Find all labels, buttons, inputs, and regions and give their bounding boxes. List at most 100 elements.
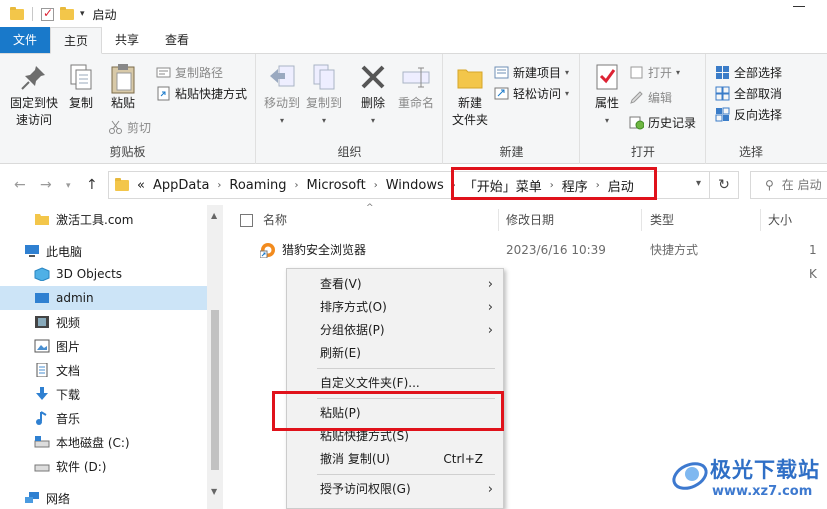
- nav-item-label: 图片: [56, 339, 81, 354]
- select-none-button[interactable]: 全部取消: [715, 83, 782, 103]
- tab-home[interactable]: 主页: [50, 27, 103, 54]
- tab-file[interactable]: 文件: [0, 27, 51, 53]
- delete-button[interactable]: 删除 ▾: [355, 62, 391, 129]
- cut-label: 剪切: [127, 120, 152, 135]
- select-none-label: 全部取消: [734, 86, 783, 101]
- nav-item-3d-objects[interactable]: 3D Objects: [0, 262, 207, 286]
- cut-button[interactable]: 剪切: [108, 117, 151, 137]
- chevron-right-icon[interactable]: ›: [374, 180, 378, 191]
- search-input[interactable]: ⚲ 在 启动: [750, 171, 827, 199]
- copy-icon: [66, 62, 96, 92]
- properties-icon[interactable]: [41, 6, 54, 21]
- nav-item-network[interactable]: 网络: [0, 486, 207, 509]
- breadcrumb-item[interactable]: Microsoft: [307, 178, 366, 193]
- easy-access-button[interactable]: 轻松访问 ▾: [494, 83, 569, 103]
- nav-item-downloads[interactable]: 下载: [0, 382, 207, 406]
- breadcrumb-item[interactable]: Windows: [386, 178, 444, 193]
- nav-item-activation-tools[interactable]: 激活工具.com: [0, 207, 207, 231]
- edit-label: 编辑: [648, 90, 673, 105]
- chevron-up-icon[interactable]: ▲: [211, 211, 217, 220]
- chevron-right-icon[interactable]: ›: [295, 180, 299, 191]
- divider: [498, 209, 499, 231]
- copy-path-button[interactable]: 复制路径: [156, 62, 223, 82]
- rename-button[interactable]: 重命名: [393, 62, 439, 112]
- paste-button[interactable]: 粘贴: [104, 62, 142, 112]
- breadcrumb-item[interactable]: AppData: [153, 178, 209, 193]
- nav-item-videos[interactable]: 视频: [0, 310, 207, 334]
- menu-item-give-access[interactable]: 授予访问权限(G) ›: [287, 478, 503, 501]
- watermark-url: www.xz7.com: [712, 484, 813, 499]
- minimize-button[interactable]: [793, 6, 805, 7]
- navigation-row: ← → ▾ ↑ « AppData › Roaming › Microsoft …: [0, 165, 827, 205]
- pictures-icon: [34, 339, 50, 353]
- chevron-right-icon: ›: [487, 277, 493, 292]
- select-all-button[interactable]: 全部选择: [715, 62, 782, 82]
- menu-item-refresh[interactable]: 刷新(E): [287, 342, 503, 365]
- breadcrumb-item[interactable]: Roaming: [229, 178, 286, 193]
- network-icon: [24, 491, 40, 505]
- edit-button[interactable]: 编辑: [629, 87, 672, 107]
- new-item-button[interactable]: 新建项目 ▾: [494, 62, 569, 82]
- nav-item-music[interactable]: 音乐: [0, 406, 207, 430]
- menu-item-view[interactable]: 查看(V) ›: [287, 273, 503, 296]
- forward-arrow-icon[interactable]: →: [40, 177, 52, 193]
- chevron-down-icon[interactable]: ▾: [696, 178, 701, 189]
- folder-icon: [10, 6, 24, 20]
- rename-icon: [401, 62, 431, 92]
- tab-view[interactable]: 查看: [152, 27, 202, 53]
- copy-path-icon: [156, 65, 171, 80]
- menu-item-group-by[interactable]: 分组依据(P) ›: [287, 319, 503, 342]
- new-folder-icon[interactable]: [60, 6, 74, 20]
- menu-item-sort-by[interactable]: 排序方式(O) ›: [287, 296, 503, 319]
- column-header-name[interactable]: 名称: [263, 205, 287, 235]
- paste-shortcut-button[interactable]: 粘贴快捷方式: [156, 83, 247, 103]
- nav-item-drive-c[interactable]: 本地磁盘 (C:): [0, 430, 207, 454]
- copy-to-icon: [309, 62, 339, 92]
- tab-share[interactable]: 共享: [102, 27, 152, 53]
- pin-to-quick-access-button[interactable]: 固定到快 速访问: [6, 62, 62, 129]
- easy-access-icon: [494, 86, 509, 101]
- nav-item-drive-d[interactable]: 软件 (D:): [0, 454, 207, 478]
- history-button[interactable]: 历史记录: [629, 112, 696, 132]
- up-arrow-icon[interactable]: ↑: [86, 177, 98, 193]
- select-none-icon: [715, 86, 730, 101]
- organize-group-label: 组织: [337, 145, 362, 159]
- chevron-right-icon[interactable]: ›: [217, 180, 221, 191]
- copy-button[interactable]: 复制: [62, 62, 100, 112]
- move-to-button[interactable]: 移动到 ▾: [261, 62, 303, 129]
- folder-icon: [115, 177, 129, 191]
- menu-item-label: 粘贴快捷方式(S): [320, 429, 409, 443]
- nav-item-pictures[interactable]: 图片: [0, 334, 207, 358]
- select-all-checkbox[interactable]: [240, 214, 253, 227]
- table-row[interactable]: 猎豹安全浏览器: [259, 238, 366, 262]
- new-group-label: 新建: [499, 145, 524, 159]
- recent-locations-icon[interactable]: ▾: [66, 181, 71, 191]
- breadcrumb-overflow[interactable]: «: [137, 178, 145, 193]
- menu-item-label: 撤消 复制(U): [320, 452, 390, 466]
- invert-selection-button[interactable]: 反向选择: [715, 104, 782, 124]
- chevron-down-icon[interactable]: ▾: [80, 9, 85, 19]
- nav-item-label: admin: [56, 291, 94, 305]
- refresh-button[interactable]: ↻: [709, 171, 739, 199]
- folder-icon: [34, 212, 50, 226]
- column-header-date[interactable]: 修改日期: [506, 205, 554, 235]
- open-button[interactable]: 打开 ▾: [629, 62, 680, 82]
- copy-to-button[interactable]: 复制到 ▾: [303, 62, 345, 129]
- column-header-size[interactable]: 大小: [768, 205, 792, 235]
- navigation-pane: 激活工具.com 此电脑 3D Objects admin 视频 图片 文档 下…: [0, 205, 223, 509]
- pin-label: 固定到快 速访问: [9, 96, 58, 127]
- nav-item-admin[interactable]: admin: [0, 286, 207, 310]
- back-arrow-icon[interactable]: ←: [14, 177, 26, 193]
- scrollbar-thumb[interactable]: [211, 310, 219, 470]
- ribbon-tabs: 文件 主页 共享 查看: [0, 27, 827, 54]
- column-header-type[interactable]: 类型: [650, 205, 674, 235]
- nav-item-label: 文档: [56, 363, 81, 378]
- nav-pane-scrollbar[interactable]: ▲ ▼: [207, 205, 223, 509]
- nav-item-documents[interactable]: 文档: [0, 358, 207, 382]
- properties-button[interactable]: 属性 ▾: [587, 62, 627, 129]
- menu-item-undo-copy[interactable]: 撤消 复制(U) Ctrl+Z: [287, 448, 503, 471]
- new-folder-button[interactable]: 新建 文件夹: [446, 62, 494, 129]
- paste-shortcut-icon: [156, 86, 171, 101]
- chevron-down-icon[interactable]: ▼: [211, 487, 217, 496]
- nav-item-this-pc[interactable]: 此电脑: [0, 239, 207, 263]
